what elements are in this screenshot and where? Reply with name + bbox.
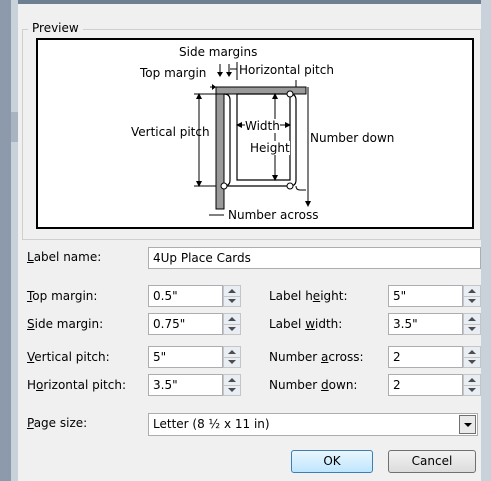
- spin-down-arrow-icon[interactable]: [224, 357, 240, 367]
- vertical-pitch-spinner[interactable]: [223, 346, 241, 368]
- corner-mark-top-right: [286, 90, 294, 98]
- label-name-label: Label name:: [27, 250, 102, 264]
- label-width-input[interactable]: 3.5": [388, 313, 463, 335]
- label-right-curve: [289, 93, 297, 187]
- number-down-arrowhead: [305, 201, 311, 207]
- page-size-select[interactable]: Letter (8 ½ x 11 in): [148, 413, 478, 436]
- number-down-spinner[interactable]: [463, 374, 481, 396]
- label-height-field-label: Label height:: [269, 289, 348, 303]
- page-size-field-label: Page size:: [27, 416, 88, 430]
- height-label: Height: [250, 141, 290, 155]
- spin-down-arrow-icon[interactable]: [464, 324, 480, 334]
- page-size-value: Letter (8 ½ x 11 in): [153, 417, 270, 431]
- spin-down-arrow-icon[interactable]: [224, 385, 240, 395]
- cancel-button[interactable]: Cancel: [388, 450, 476, 473]
- top-margin-label: Top margin: [140, 66, 207, 80]
- number-across-spinner[interactable]: [463, 346, 481, 368]
- number-down-label: Number down: [310, 131, 395, 145]
- vertical-pitch-label: Vertical pitch: [131, 125, 210, 139]
- window-top-frame: [0, 0, 491, 4]
- label-name-input[interactable]: 4Up Place Cards: [148, 247, 481, 269]
- spin-down-arrow-icon[interactable]: [224, 296, 240, 306]
- top-margin-arrowhead: [212, 84, 216, 90]
- spin-down-arrow-icon[interactable]: [464, 296, 480, 306]
- horizontal-pitch-label: Horizontal pitch: [239, 63, 334, 77]
- spin-down-arrow-icon[interactable]: [464, 385, 480, 395]
- side-margins-label: Side margins: [179, 45, 258, 59]
- preview-group-label: Preview: [28, 20, 83, 36]
- corner-mark-bottom-left: [220, 182, 228, 190]
- window-right-frame: [481, 0, 491, 481]
- number-down-input[interactable]: 2: [388, 374, 463, 396]
- top-margin-input[interactable]: 0.5": [148, 285, 223, 307]
- label-left-curve: [223, 93, 231, 187]
- window-left-frame-inner: [11, 0, 18, 481]
- side-margin-spinner[interactable]: [223, 313, 241, 335]
- label-height-spinner[interactable]: [463, 285, 481, 307]
- next-label-fragment: [295, 185, 306, 191]
- label-width-spinner[interactable]: [463, 313, 481, 335]
- label-width-field-label: Label width:: [269, 317, 343, 331]
- vertical-pitch-input[interactable]: 5": [148, 346, 223, 368]
- chevron-down-icon[interactable]: [459, 415, 476, 434]
- label-height-input[interactable]: 5": [388, 285, 463, 307]
- number-across-label: Number across: [228, 208, 319, 222]
- spin-down-arrow-icon[interactable]: [224, 324, 240, 334]
- window-left-frame: [0, 0, 11, 481]
- page-left-edge: [215, 86, 225, 210]
- side-margin-input[interactable]: 0.75": [148, 313, 223, 335]
- side-margin-arrowhead-left: [217, 72, 223, 77]
- top-margin-spinner[interactable]: [223, 285, 241, 307]
- side-margin-field-label: Side margin:: [27, 317, 104, 331]
- vertical-pitch-field-label: Vertical pitch:: [27, 350, 110, 364]
- preview-diagram: Side margins Top margin Horizontal pitch…: [36, 38, 474, 229]
- number-down-field-label: Number down:: [269, 378, 358, 392]
- width-label: Width: [245, 119, 280, 133]
- horizontal-pitch-field-label: Horizontal pitch:: [27, 378, 126, 392]
- horizontal-pitch-spinner[interactable]: [223, 374, 241, 396]
- window-left-frame-highlight: [11, 112, 18, 142]
- horizontal-pitch-input[interactable]: 3.5": [148, 374, 223, 396]
- number-across-input[interactable]: 2: [388, 346, 463, 368]
- corner-mark-bottom-right: [286, 182, 294, 190]
- corner-marks: [220, 90, 294, 190]
- top-margin-field-label: Top margin:: [27, 289, 98, 303]
- side-margin-arrowhead-right: [226, 72, 232, 77]
- ok-button[interactable]: OK: [291, 450, 373, 473]
- spin-down-arrow-icon[interactable]: [464, 357, 480, 367]
- number-across-field-label: Number across:: [269, 350, 364, 364]
- label-outline: [236, 93, 291, 181]
